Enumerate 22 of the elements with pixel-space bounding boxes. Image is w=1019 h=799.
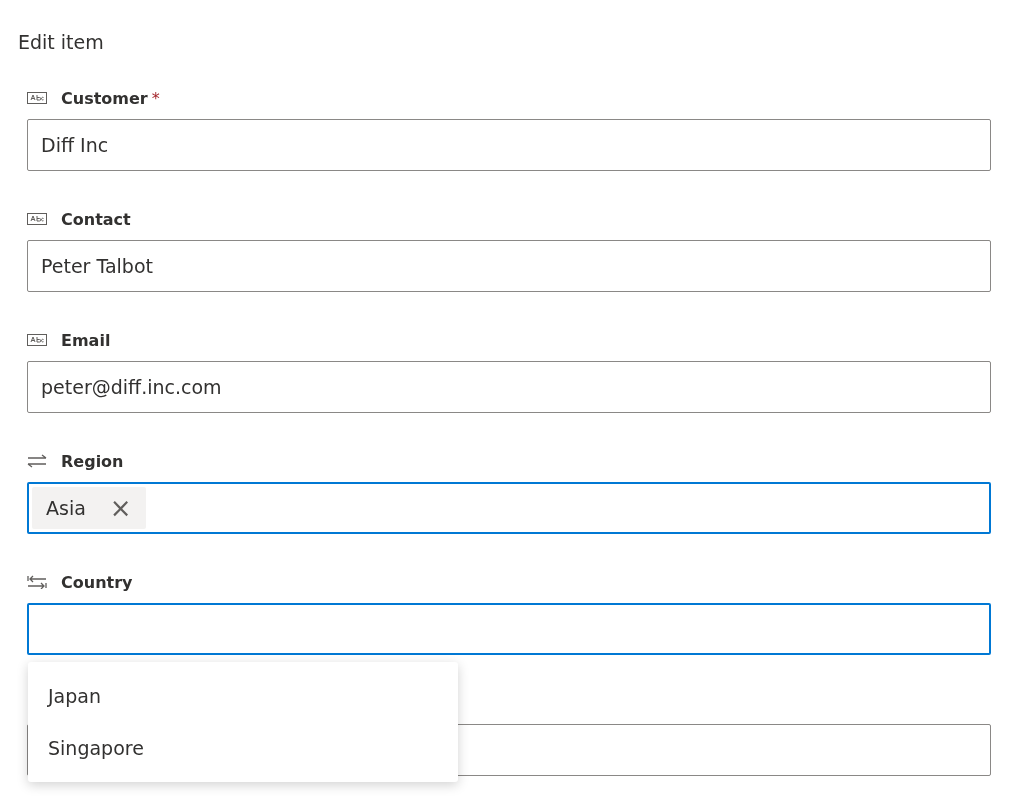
field-label: Email [61, 330, 111, 350]
text-field-icon [27, 334, 47, 346]
text-input[interactable] [27, 724, 991, 776]
tag-label: Asia [46, 497, 86, 519]
field-label: Region [61, 451, 124, 471]
text-input[interactable]: Diff Inc [27, 119, 991, 171]
text-field-icon [27, 213, 47, 225]
dropdown-option[interactable]: Singapore [28, 722, 458, 774]
tab-arrows-icon [27, 575, 47, 589]
close-button[interactable]: × [109, 495, 132, 521]
lookup-input[interactable]: Asia × [27, 482, 991, 534]
form-title: Edit item [18, 30, 105, 55]
combo-input[interactable] [27, 603, 991, 655]
text-input[interactable]: Peter Talbot [27, 240, 991, 292]
field-label: Contact [61, 209, 131, 229]
required-asterisk: * [151, 88, 160, 108]
swap-arrows-icon [27, 454, 47, 468]
field-label: Country [61, 572, 133, 592]
dropdown-option[interactable]: Japan [28, 670, 458, 722]
text-input[interactable]: peter@diff.inc.com [27, 361, 991, 413]
field-label: Customer [61, 88, 148, 108]
text-field-icon [27, 92, 47, 104]
